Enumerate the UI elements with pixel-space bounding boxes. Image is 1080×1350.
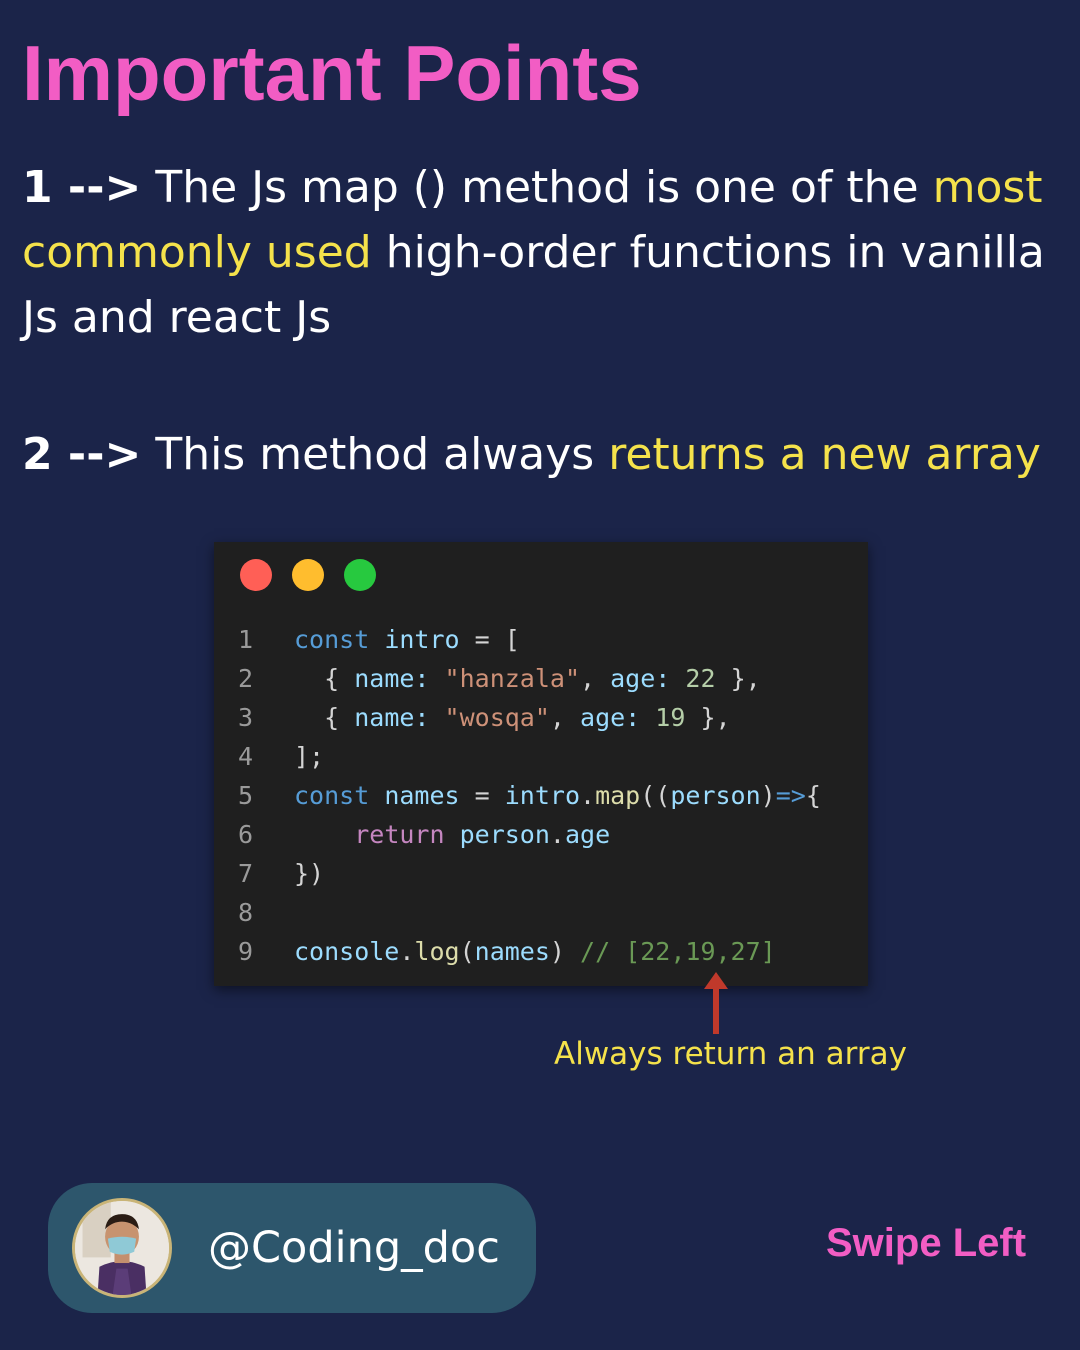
code-token: "wosqa" <box>444 703 550 732</box>
code-token: const <box>294 625 370 654</box>
code-token: . <box>549 820 565 849</box>
code-token: const <box>294 781 370 810</box>
line-number: 9 <box>238 937 254 966</box>
point-2-number: 2 --> <box>22 429 142 480</box>
page-title: Important Points <box>22 29 642 117</box>
code-token: return <box>354 820 445 849</box>
minimize-dot-icon <box>292 559 324 591</box>
code-token: ) <box>760 781 776 810</box>
code-token: => <box>775 781 806 810</box>
arrow-up-icon <box>704 972 728 1034</box>
code-token: 19 <box>655 703 686 732</box>
code-token: person <box>670 781 761 810</box>
code-token: names <box>474 937 550 966</box>
code-token: age: <box>610 664 671 693</box>
code-token: map <box>595 781 641 810</box>
code-token: }, <box>715 664 761 693</box>
window-controls <box>240 559 376 591</box>
code-token: { <box>805 781 821 810</box>
close-dot-icon <box>240 559 272 591</box>
point-2: 2 --> This method always returns a new a… <box>22 422 1062 487</box>
line-number: 1 <box>238 625 254 654</box>
code-line: 6 return person.age <box>238 815 821 854</box>
code-token: = [ <box>459 625 520 654</box>
code-token: intro <box>504 781 581 810</box>
code-token: }) <box>294 859 325 888</box>
code-line: 3 { name: "wosqa", age: 19 }, <box>238 698 821 737</box>
line-number: 4 <box>238 742 254 771</box>
code-token: , <box>549 703 581 732</box>
code-token: , <box>580 664 611 693</box>
code-block: 1 const intro = [ 2 { name: "hanzala", ag… <box>238 620 821 971</box>
code-line: 5 const names = intro.map((person)=>{ <box>238 776 821 815</box>
code-token: intro <box>384 625 460 654</box>
author-handle: @Coding_doc <box>208 1223 500 1273</box>
code-token: age <box>564 820 611 849</box>
code-token: name: <box>354 703 430 732</box>
line-number: 3 <box>238 703 254 732</box>
code-line: 9 console.log(names) // [22,19,27] <box>238 932 821 971</box>
code-token: . <box>580 781 596 810</box>
line-number: 8 <box>238 898 254 927</box>
annotation-label: Always return an array <box>554 1036 907 1072</box>
point-1-number: 1 --> <box>22 162 142 213</box>
code-line: 8 <box>238 893 821 932</box>
line-number: 6 <box>238 820 254 849</box>
code-token: age: <box>580 703 641 732</box>
code-token: person <box>459 820 550 849</box>
code-line: 2 { name: "hanzala", age: 22 }, <box>238 659 821 698</box>
point-2-text-a: This method always <box>141 429 609 480</box>
code-token: console <box>294 937 400 966</box>
code-token: // [22,19,27] <box>580 937 776 966</box>
code-token: names <box>384 781 460 810</box>
code-token: name: <box>354 664 430 693</box>
point-2-highlight: returns a new array <box>608 429 1041 480</box>
code-token: . <box>399 937 415 966</box>
maximize-dot-icon <box>344 559 376 591</box>
code-token: ]; <box>294 742 325 771</box>
code-line: 4]; <box>238 737 821 776</box>
code-token: ( <box>459 937 475 966</box>
code-token: log <box>414 937 460 966</box>
code-window: 1 const intro = [ 2 { name: "hanzala", ag… <box>214 542 868 986</box>
code-token: { <box>294 703 355 732</box>
code-line: 7}) <box>238 854 821 893</box>
point-1-text-a: The Js map () method is one of the <box>141 162 933 213</box>
line-number: 7 <box>238 859 254 888</box>
line-number: 2 <box>238 664 254 693</box>
code-token: (( <box>640 781 671 810</box>
code-token: "hanzala" <box>444 664 581 693</box>
code-token: }, <box>685 703 731 732</box>
avatar <box>72 1198 172 1298</box>
code-token: { <box>294 664 355 693</box>
code-token: 22 <box>685 664 716 693</box>
code-token: ) <box>549 937 565 966</box>
line-number: 5 <box>238 781 254 810</box>
person-avatar-icon <box>75 1201 169 1295</box>
author-badge: @Coding_doc <box>48 1183 536 1313</box>
point-1: 1 --> The Js map () method is one of the… <box>22 155 1062 350</box>
code-line: 1 const intro = [ <box>238 620 821 659</box>
code-token: = <box>459 781 505 810</box>
swipe-left-hint: Swipe Left <box>826 1221 1027 1265</box>
